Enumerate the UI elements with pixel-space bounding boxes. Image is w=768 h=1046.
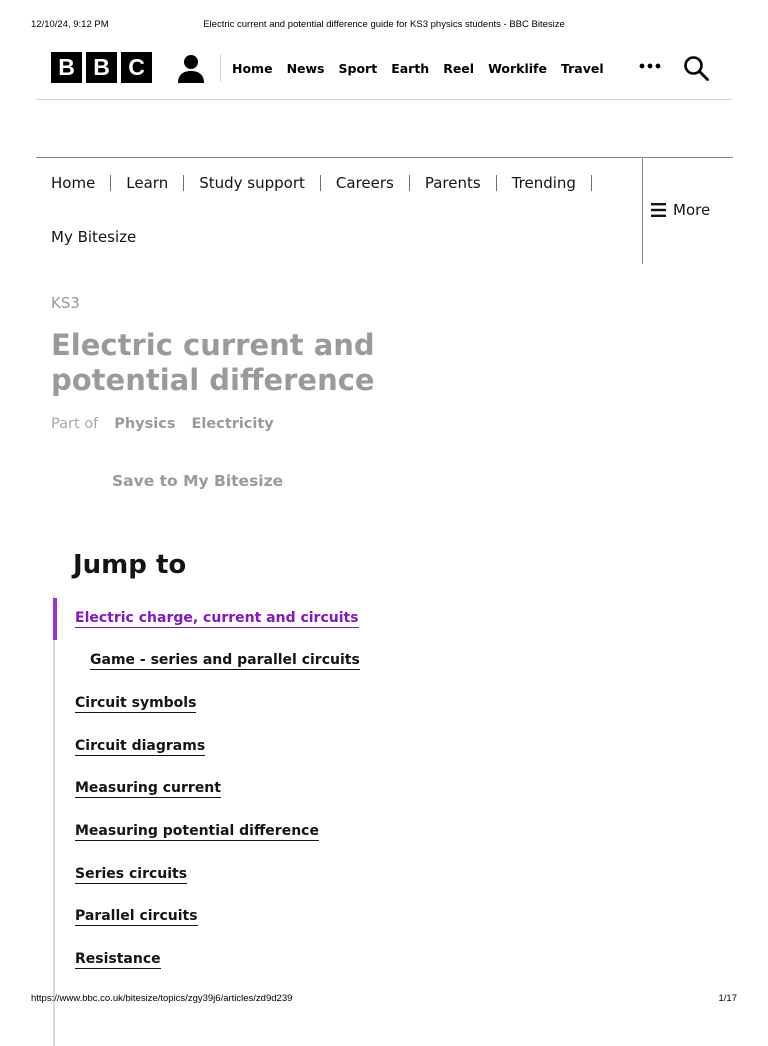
top-nav-worklife[interactable]: Worklife (488, 61, 547, 76)
level-kicker[interactable]: KS3 (51, 294, 571, 312)
jump-to-panel: Jump to Electric charge, current and cir… (53, 548, 553, 1046)
bitesize-nav-parents[interactable]: Parents (425, 174, 481, 192)
jump-link-measuring-pd[interactable]: Measuring potential difference (75, 823, 319, 841)
search-icon[interactable] (683, 55, 709, 81)
nav-separator (319, 175, 321, 191)
bitesize-nav-home[interactable]: Home (51, 174, 95, 192)
top-nav-reel[interactable]: Reel (443, 61, 474, 76)
nav-separator (110, 175, 112, 191)
bbc-logo-letter-3: C (121, 52, 152, 83)
top-nav-home[interactable]: Home (232, 61, 273, 76)
bitesize-nav-careers[interactable]: Careers (336, 174, 394, 192)
nav-separator (590, 175, 592, 191)
bbc-logo-letter-1: B (51, 52, 82, 83)
nav-separator (408, 175, 410, 191)
active-indicator (53, 598, 57, 640)
jump-link-circuit-symbols[interactable]: Circuit symbols (75, 695, 197, 713)
top-nav-sport[interactable]: Sport (339, 61, 378, 76)
more-dots-icon[interactable] (639, 60, 661, 72)
print-doc-title: Electric current and potential differenc… (203, 19, 565, 30)
jump-link-measuring-current[interactable]: Measuring current (75, 780, 221, 798)
save-to-my-bitesize-button[interactable]: Save to My Bitesize (112, 472, 283, 490)
breadcrumb: Part of Physics Electricity (51, 416, 274, 432)
header-divider (220, 54, 221, 82)
jump-to-list: Electric charge, current and circuits Ga… (53, 596, 455, 1046)
bbc-global-header: B B C Home News Sport Earth Reel Worklif… (51, 50, 732, 86)
more-menu-label: More (673, 201, 711, 219)
bbc-logo[interactable]: B B C (51, 52, 152, 83)
more-menu-button[interactable]: More (651, 201, 710, 219)
hamburger-icon (651, 203, 666, 217)
jump-link-game-circuits[interactable]: Game - series and parallel circuits (90, 652, 360, 670)
nav-separator (495, 175, 497, 191)
breadcrumb-electricity[interactable]: Electricity (191, 416, 273, 432)
jump-link-electric-charge[interactable]: Electric charge, current and circuits (75, 610, 359, 628)
jump-link-resistance[interactable]: Resistance (75, 951, 161, 969)
bbc-logo-letter-2: B (86, 52, 117, 83)
header-rule (36, 99, 732, 100)
top-nav-travel[interactable]: Travel (561, 61, 604, 76)
bitesize-nav-learn[interactable]: Learn (126, 174, 168, 192)
print-page-indicator: 1/17 (718, 993, 738, 1004)
print-url: https://www.bbc.co.uk/bitesize/topics/zg… (31, 993, 293, 1004)
jump-link-parallel-circuits[interactable]: Parallel circuits (75, 908, 198, 926)
jump-to-heading: Jump to (73, 550, 187, 580)
bitesize-nav: Home Learn Study support Careers Parents… (36, 157, 733, 264)
breadcrumb-physics[interactable]: Physics (114, 416, 175, 432)
bbc-top-nav: Home News Sport Earth Reel Worklife Trav… (232, 50, 604, 86)
bitesize-more-panel: More (642, 158, 734, 264)
page-title: Electric current and potential differenc… (51, 328, 375, 397)
bitesize-nav-study-support[interactable]: Study support (199, 174, 305, 192)
bitesize-nav-trending[interactable]: Trending (512, 174, 576, 192)
article-hero: KS3 Electric current and potential diffe… (51, 294, 571, 490)
jump-link-series-circuits[interactable]: Series circuits (75, 866, 188, 884)
top-nav-news[interactable]: News (287, 61, 325, 76)
top-nav-earth[interactable]: Earth (391, 61, 429, 76)
nav-separator (183, 175, 185, 191)
jump-link-circuit-diagrams[interactable]: Circuit diagrams (75, 738, 206, 756)
account-icon[interactable] (176, 53, 206, 83)
part-of-label: Part of (51, 416, 99, 432)
bitesize-nav-my-bitesize[interactable]: My Bitesize (51, 228, 136, 246)
